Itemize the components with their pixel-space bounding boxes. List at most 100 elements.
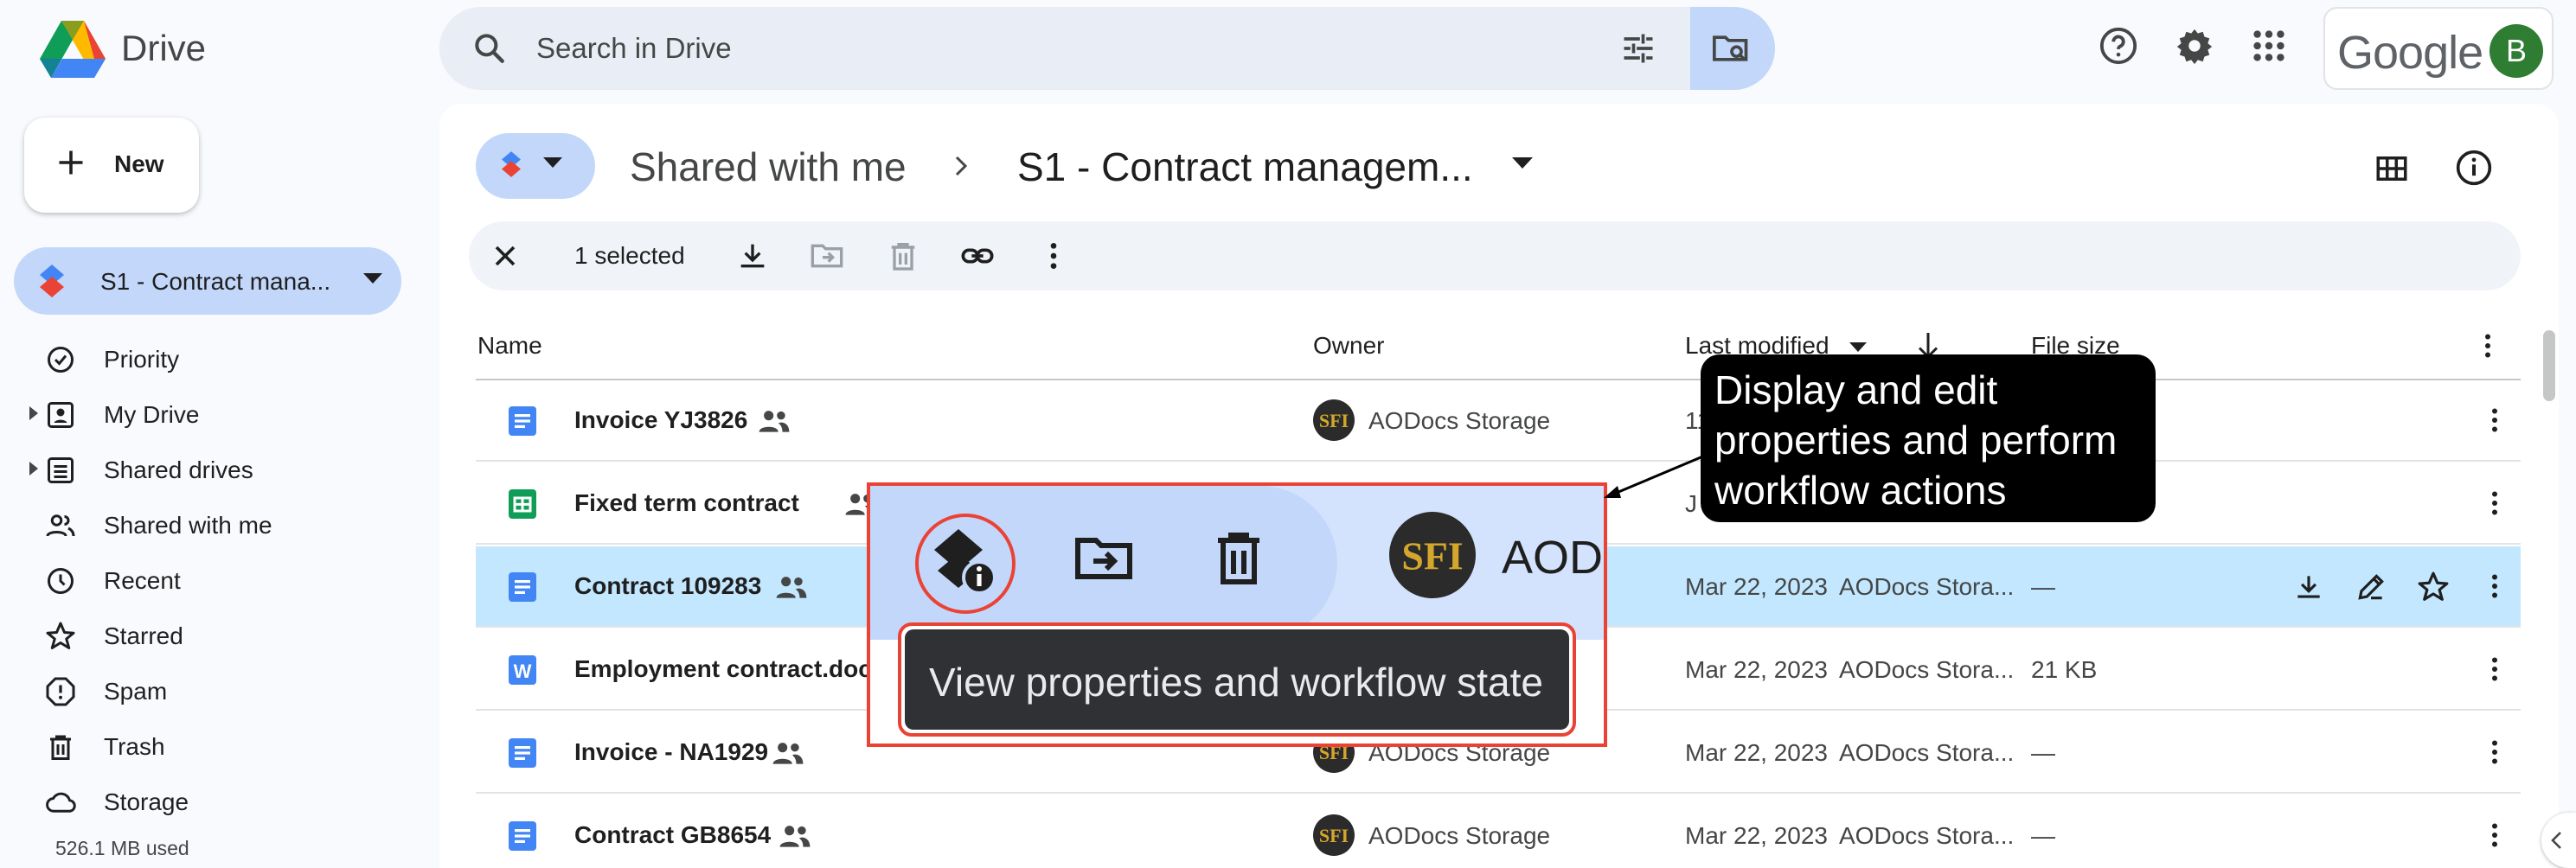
callout-text: Display and edit properties and perform … [1714, 367, 2118, 513]
zoom-row-toolbar [870, 486, 1337, 640]
sort-menu-caret-icon[interactable] [1849, 342, 1867, 353]
delete-icon[interactable] [886, 239, 920, 273]
svg-text:SFI: SFI [1319, 410, 1349, 431]
copy-link-icon[interactable] [960, 239, 995, 273]
file-name: Fixed term contract [574, 489, 799, 516]
sidebar-item-spam[interactable]: Spam [0, 664, 415, 716]
view-properties-button[interactable] [915, 514, 1016, 614]
download-icon[interactable] [735, 239, 770, 273]
priority-icon [45, 344, 76, 375]
column-options-icon[interactable] [2472, 330, 2503, 361]
sidebar-item-my-drive[interactable]: My Drive [0, 387, 415, 439]
file-size: — [2031, 739, 2055, 766]
svg-text:SFI: SFI [1401, 534, 1463, 578]
tooltip-text: View properties and workflow state [929, 660, 1543, 705]
file-size: — [2031, 822, 2055, 849]
delete-icon[interactable] [1213, 527, 1265, 590]
google-doc-icon [509, 821, 536, 851]
google-doc-icon [509, 406, 536, 436]
help-icon[interactable] [2099, 26, 2138, 66]
annotation-callout: Display and edit properties and perform … [1701, 354, 2156, 522]
sidebar-item-label: Priority [104, 346, 180, 373]
sidebar-item-trash[interactable]: Trash [0, 719, 415, 771]
drive-switch-chip[interactable] [476, 133, 595, 199]
advanced-search-button[interactable] [1690, 7, 1775, 90]
more-actions-icon[interactable] [2479, 654, 2510, 685]
star-icon[interactable] [2417, 571, 2450, 603]
search-options-icon[interactable] [1619, 29, 1657, 67]
rename-pencil-icon[interactable] [2355, 571, 2387, 603]
more-actions-icon[interactable] [2479, 488, 2510, 519]
callout-arrow-icon [1604, 451, 1712, 498]
sidebar-item-label: Storage [104, 788, 189, 815]
search-icon[interactable] [471, 29, 509, 67]
table-row[interactable]: Invoice YJ3826 SFI AODocs Storage 11 [476, 380, 2521, 462]
svg-text:SFI: SFI [1319, 825, 1349, 846]
breadcrumb-current[interactable]: S1 - Contract managem... [1017, 144, 1473, 190]
sidebar-item-label: Shared with me [104, 512, 272, 539]
file-name: Contract GB8654 [574, 821, 772, 848]
trash-icon [45, 731, 76, 763]
folder-menu-caret-icon[interactable] [1512, 157, 1533, 169]
grid-view-icon[interactable] [2374, 150, 2410, 187]
sidebar-item-priority[interactable]: Priority [0, 332, 415, 384]
search-bar[interactable] [439, 7, 1775, 90]
google-doc-icon [509, 572, 536, 602]
more-actions-icon[interactable] [2479, 737, 2510, 768]
sidebar-item-recent[interactable]: Recent [0, 553, 415, 605]
drive-selector[interactable]: S1 - Contract mana... [14, 247, 401, 315]
shared-people-icon [772, 743, 804, 764]
settings-gear-icon[interactable] [2175, 26, 2214, 66]
table-row[interactable]: Contract GB8654 SFI AODocs Storage Mar 2… [476, 795, 2521, 868]
owner-avatar-sfi-icon: SFI [1313, 814, 1355, 856]
move-to-folder-icon[interactable] [1071, 527, 1137, 590]
sidebar-item-starred[interactable]: Starred [0, 609, 415, 661]
last-modified-by: AODocs Stora... [1839, 739, 2015, 766]
google-doc-icon [509, 738, 536, 768]
spam-icon [45, 676, 76, 707]
drive-logo-icon[interactable] [40, 19, 106, 78]
more-actions-icon[interactable] [2479, 571, 2510, 602]
zoom-owner-name: AOD [1502, 532, 1604, 584]
google-sheet-icon [509, 489, 536, 519]
search-input[interactable] [536, 26, 1574, 71]
svg-text:W: W [514, 661, 532, 682]
expand-arrow-icon[interactable] [29, 462, 38, 475]
move-to-folder-icon[interactable] [810, 239, 844, 273]
last-modified-by: AODocs Stora... [1839, 822, 2015, 849]
folder-search-icon [1713, 35, 1748, 61]
apps-grid-icon[interactable] [2249, 26, 2289, 66]
sidebar-item-label: Recent [104, 567, 181, 594]
column-header-owner[interactable]: Owner [1313, 332, 1384, 360]
last-modified: Mar 22, 2023 [1685, 573, 1828, 600]
new-button[interactable]: New [24, 118, 199, 213]
sidebar-item-shared-drives[interactable]: Shared drives [0, 443, 415, 495]
storage-used-text: 526.1 MB used [55, 837, 189, 859]
column-header-name[interactable]: Name [477, 332, 542, 360]
recent-icon [45, 565, 76, 597]
avatar[interactable]: B [2489, 24, 2543, 78]
scrollbar-thumb[interactable] [2543, 330, 2555, 401]
breadcrumb-parent[interactable]: Shared with me [630, 144, 907, 190]
more-actions-icon[interactable] [1036, 239, 1071, 273]
download-icon[interactable] [2292, 571, 2325, 603]
account-switcher[interactable]: Google B [2323, 7, 2554, 90]
chevron-left-icon [2551, 832, 2561, 849]
owner-name: AODocs Storage [1368, 407, 1551, 434]
more-actions-icon[interactable] [2479, 820, 2510, 851]
app-name[interactable]: Drive [121, 28, 206, 69]
tooltip: View properties and workflow state [898, 622, 1576, 737]
file-name: Invoice - NA1929 [574, 738, 769, 765]
details-info-icon[interactable] [2455, 149, 2493, 187]
starred-icon [45, 621, 76, 652]
sidebar-item-storage[interactable]: Storage [0, 775, 415, 827]
selection-toolbar: 1 selected [469, 221, 2521, 290]
expand-arrow-icon[interactable] [29, 406, 38, 420]
clear-selection-close-icon[interactable] [488, 239, 522, 273]
sidebar-item-shared-with-me[interactable]: Shared with me [0, 498, 415, 550]
caret-down-icon [543, 157, 562, 168]
drive-selector-label: S1 - Contract mana... [100, 268, 331, 295]
sidebar-item-label: Trash [104, 733, 165, 760]
more-actions-icon[interactable] [2479, 405, 2510, 436]
selection-count: 1 selected [574, 242, 685, 269]
